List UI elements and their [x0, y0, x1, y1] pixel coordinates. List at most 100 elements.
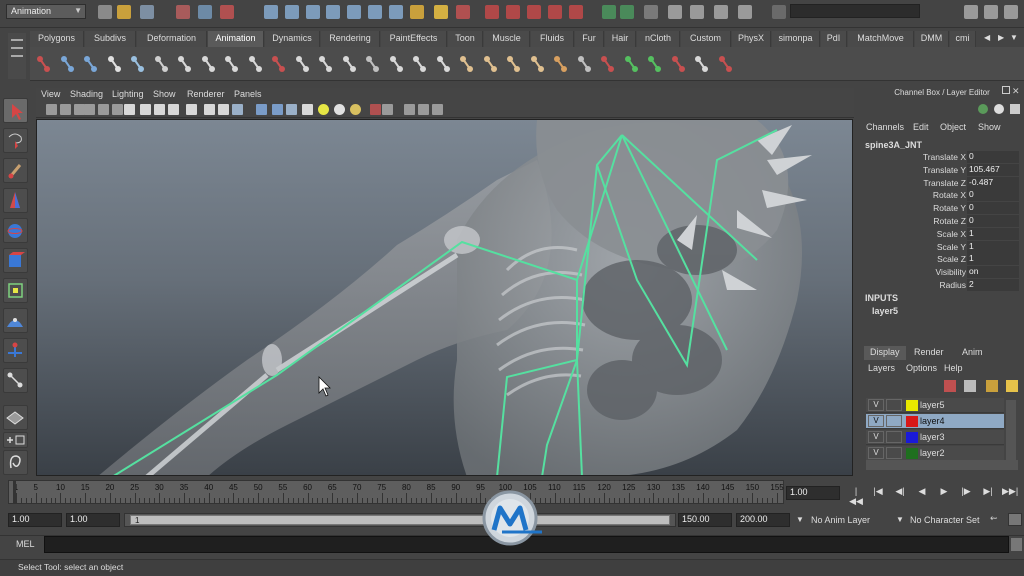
- channel-label[interactable]: Rotate Y: [933, 203, 966, 213]
- mask-curves-icon[interactable]: [306, 5, 320, 19]
- layer-row[interactable]: Vlayer3: [866, 430, 1004, 445]
- camera-attributes-icon[interactable]: [60, 104, 71, 115]
- playback-end-field[interactable]: 150.00: [678, 513, 732, 527]
- save-scene-icon[interactable]: [140, 5, 154, 19]
- channel-box-menu-show[interactable]: Show: [978, 122, 1001, 132]
- use-all-lights-icon[interactable]: [334, 104, 345, 115]
- lasso-tool-icon[interactable]: [3, 128, 28, 153]
- layer-display-type-toggle[interactable]: [886, 399, 902, 411]
- start-time-field[interactable]: 1.00: [8, 513, 62, 527]
- textured-icon[interactable]: [432, 104, 443, 115]
- channel-label[interactable]: Scale Z: [937, 254, 966, 264]
- soft-mod-icon[interactable]: [504, 53, 522, 75]
- film-gate-icon[interactable]: [140, 104, 151, 115]
- shelf-tab-rendering[interactable]: Rendering: [321, 31, 380, 47]
- snap-grid-icon[interactable]: [485, 5, 499, 19]
- channel-box-display-icon[interactable]: [978, 104, 988, 114]
- step-forward-frame-icon[interactable]: ▶|: [980, 486, 996, 500]
- channel-row[interactable]: Rotate Z0: [860, 215, 1024, 228]
- shelf-scroll-left-icon[interactable]: ◀: [984, 33, 990, 42]
- input-node[interactable]: layer5: [872, 306, 898, 316]
- shelf-tab-hair[interactable]: Hair: [605, 31, 636, 47]
- object-name[interactable]: spine3A_JNT: [865, 140, 922, 150]
- layer-visibility-toggle[interactable]: V: [868, 431, 884, 443]
- shelf-scroll-buttons[interactable]: ◀ ▶ ▼: [982, 31, 1022, 46]
- render-view-icon[interactable]: [668, 5, 682, 19]
- channel-box-options-icon[interactable]: [1010, 104, 1020, 114]
- layer-color-swatch[interactable]: [906, 416, 918, 427]
- animation-preferences-icon[interactable]: [1008, 513, 1022, 526]
- perspective-viewport[interactable]: [36, 119, 853, 476]
- channel-row[interactable]: Visibility on: [860, 266, 1024, 279]
- channel-row[interactable]: Scale X1: [860, 227, 1024, 241]
- channel-label[interactable]: Translate Z: [923, 178, 966, 188]
- go-to-start-icon[interactable]: |◀◀: [848, 486, 864, 506]
- layer-display-type-toggle[interactable]: [886, 447, 902, 459]
- shelf-tab-dynamics[interactable]: Dynamics: [265, 31, 320, 47]
- layer-menu-layers[interactable]: Layers: [868, 363, 895, 373]
- layer-display-type-toggle[interactable]: [886, 415, 902, 427]
- step-back-key-icon[interactable]: ◀|: [892, 486, 908, 500]
- 2d-pan-zoom-icon[interactable]: [98, 104, 109, 115]
- open-scene-icon[interactable]: [117, 5, 131, 19]
- close-icon[interactable]: ✕: [1012, 86, 1022, 96]
- attribute-editor-toggle-icon[interactable]: [964, 5, 978, 19]
- field-chart-icon[interactable]: [186, 104, 197, 115]
- layer-name[interactable]: layer5: [920, 400, 945, 410]
- play-forwards-icon[interactable]: ▶: [936, 486, 952, 500]
- layer-tab-render[interactable]: Render: [908, 346, 950, 360]
- channel-value-field[interactable]: 1: [967, 227, 1019, 240]
- mask-rendering-icon[interactable]: [389, 5, 403, 19]
- channel-label[interactable]: Scale Y: [937, 242, 966, 252]
- channel-label[interactable]: Translate X: [923, 152, 966, 162]
- wireframe-icon[interactable]: [232, 104, 243, 115]
- parent-constraint-icon[interactable]: [692, 53, 710, 75]
- orient-constraint-icon[interactable]: [669, 53, 687, 75]
- channel-row[interactable]: Rotate Y0: [860, 202, 1024, 215]
- panel-menu-panels[interactable]: Panels: [234, 89, 262, 99]
- layer-visibility-toggle[interactable]: V: [868, 399, 884, 411]
- shelf-tab-fluids[interactable]: Fluids: [531, 31, 574, 47]
- layer-row[interactable]: Vlayer2: [866, 446, 1004, 461]
- tool-settings-toggle-icon[interactable]: [984, 5, 998, 19]
- shelf-tab-muscle[interactable]: Muscle: [484, 31, 530, 47]
- channel-value-field[interactable]: 0: [967, 151, 1019, 163]
- remove-joint-icon[interactable]: [316, 53, 334, 75]
- shelf-tab-toon[interactable]: Toon: [448, 31, 483, 47]
- mask-misc-icon[interactable]: [410, 5, 424, 19]
- xray-joints-icon[interactable]: [404, 104, 415, 115]
- time-slider[interactable]: 1510152025303540455055606570758085909510…: [8, 480, 784, 504]
- mask-deformations-icon[interactable]: [347, 5, 361, 19]
- layer-color-swatch[interactable]: [906, 432, 918, 443]
- joint-tool-icon[interactable]: [3, 368, 28, 393]
- go-to-end-icon[interactable]: ▶▶|: [1002, 486, 1018, 500]
- layer-visibility-toggle[interactable]: V: [868, 447, 884, 459]
- ik-spline-icon[interactable]: [199, 53, 217, 75]
- scale-tool-icon[interactable]: [3, 248, 28, 273]
- shelf-tab-simonpa[interactable]: simonpa: [772, 31, 820, 47]
- smooth-shade-all-icon[interactable]: [256, 104, 267, 115]
- shelf-tab-fur[interactable]: Fur: [575, 31, 604, 47]
- shelf-tab-ncloth[interactable]: nCloth: [637, 31, 680, 47]
- channel-label[interactable]: Radius: [940, 280, 966, 290]
- character-set-dropdown-icon[interactable]: ▼: [896, 515, 904, 524]
- character-set-icon[interactable]: [128, 53, 146, 75]
- shadows-icon[interactable]: [350, 104, 361, 115]
- channel-value-field[interactable]: 1: [967, 253, 1019, 266]
- shelf-tab-deformation[interactable]: Deformation: [137, 31, 207, 47]
- select-object-icon[interactable]: [198, 5, 212, 19]
- aim-constraint-icon[interactable]: [645, 53, 663, 75]
- panel-menu-renderer[interactable]: Renderer: [187, 89, 225, 99]
- move-tool-icon[interactable]: [3, 188, 28, 213]
- set-breakdown-icon[interactable]: [58, 53, 76, 75]
- channel-box-layers-icon[interactable]: [994, 104, 1004, 114]
- end-time-field[interactable]: 200.00: [736, 513, 790, 527]
- channel-row[interactable]: Translate Y 105.467: [860, 163, 1024, 177]
- layout-single-pane-icon[interactable]: [3, 405, 28, 430]
- channel-value-field[interactable]: 0: [967, 202, 1019, 215]
- shelf-tab-cmi[interactable]: cmi: [950, 31, 976, 47]
- insert-joint-icon[interactable]: [293, 53, 311, 75]
- channel-value-field[interactable]: 0: [967, 189, 1019, 202]
- shelf-tab-custom[interactable]: Custom: [681, 31, 731, 47]
- bounding-box-icon[interactable]: [302, 104, 313, 115]
